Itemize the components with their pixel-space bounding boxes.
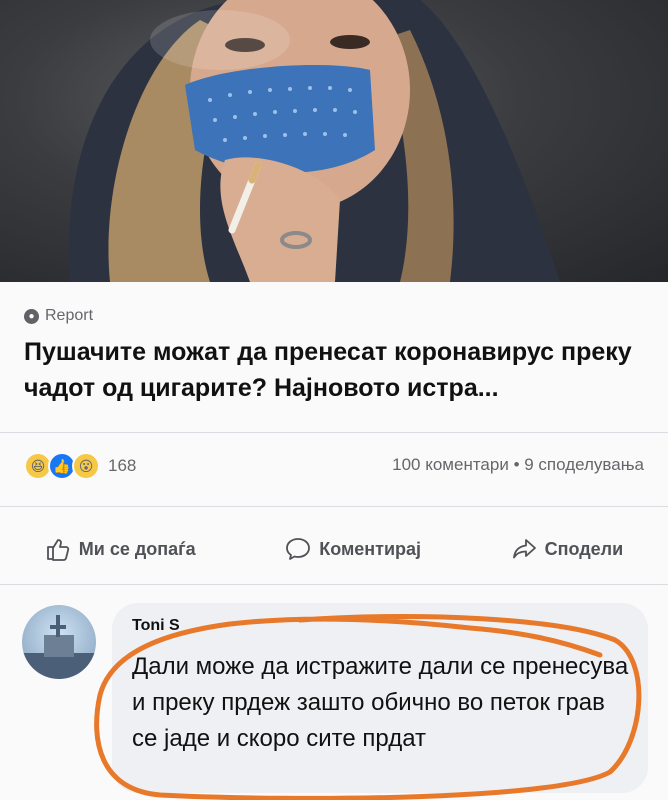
- comment-author[interactable]: Toni S: [132, 617, 180, 635]
- like-button[interactable]: Ми се допаѓа: [45, 536, 196, 562]
- article-image[interactable]: [0, 0, 668, 282]
- comment-label: Коментирај: [319, 538, 422, 559]
- article-headline[interactable]: Пушачите можат да пренесат коронавирус п…: [24, 334, 652, 406]
- commenter-avatar[interactable]: [22, 605, 96, 679]
- comment: Toni S Дали може да истражите дали се пр…: [0, 595, 668, 800]
- comment-text: Дали може да истражите дали се пренесува…: [132, 653, 629, 752]
- share-icon: [512, 539, 536, 559]
- source-info-icon: ●: [24, 308, 39, 324]
- comments-shares-count[interactable]: 100 коментари • 9 споделувања: [392, 455, 644, 475]
- source-name: Report: [45, 307, 94, 324]
- share-button[interactable]: Сподели: [511, 536, 624, 562]
- divider: [0, 432, 668, 433]
- reaction-count: 168: [108, 456, 137, 475]
- reaction-summary[interactable]: 😆 👍 😮 168: [24, 452, 136, 480]
- share-label: Сподели: [544, 538, 624, 559]
- post-actions: Ми се допаѓа Коментирај Сподели: [0, 525, 668, 573]
- wow-reaction-icon: 😮: [72, 452, 100, 480]
- comment-button[interactable]: Коментирај: [285, 536, 421, 562]
- thumbs-up-icon: [46, 539, 69, 561]
- like-label: Ми се допаѓа: [78, 538, 196, 559]
- link-source[interactable]: ● Report: [24, 307, 93, 325]
- divider: [0, 584, 668, 585]
- comment-icon: [286, 538, 311, 560]
- divider: [0, 506, 668, 507]
